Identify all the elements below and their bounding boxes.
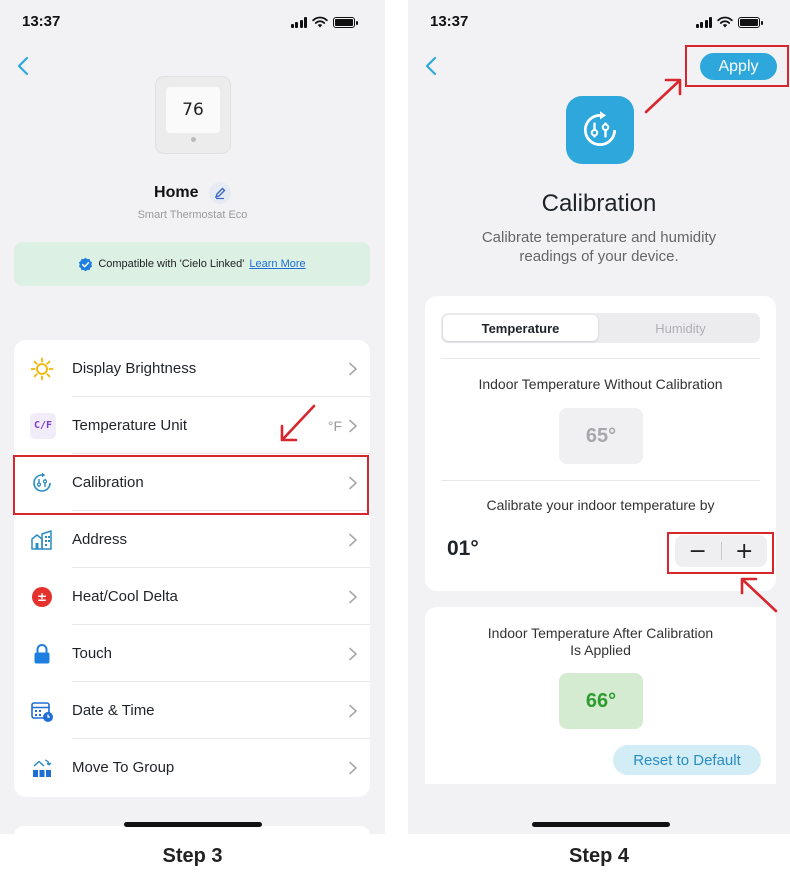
setting-label: Heat/Cool Delta <box>72 588 178 605</box>
calendar-clock-icon <box>30 699 54 723</box>
uncalibrated-temperature: 65° <box>559 408 643 464</box>
setting-value: °F <box>327 417 342 434</box>
back-chevron-icon[interactable] <box>422 54 442 78</box>
chevron-right-icon <box>349 362 358 375</box>
subtitle-line: readings of your device. <box>519 248 679 265</box>
calibration-screen: 13:37 Apply Calibration Calibrate temper… <box>408 0 790 834</box>
highlight-box-stepper <box>667 532 774 574</box>
edit-name-icon[interactable] <box>208 182 231 204</box>
home-indicator <box>124 822 262 827</box>
compatibility-banner: Compatible with 'Cielo Linked' Learn Mor… <box>14 242 370 286</box>
chevron-right-icon <box>349 761 358 774</box>
highlight-box-calibration <box>13 455 369 515</box>
move-group-icon <box>30 756 54 780</box>
chevron-right-icon <box>349 590 358 603</box>
reset-to-default-button[interactable]: Reset to Default <box>613 745 761 775</box>
setting-display-brightness[interactable]: Display Brightness <box>14 340 370 397</box>
tab-humidity[interactable]: Humidity <box>603 315 758 341</box>
device-model: Smart Thermostat Eco <box>137 209 248 221</box>
device-name-row: Home <box>0 182 385 204</box>
divider <box>441 480 760 481</box>
compatibility-text: Compatible with 'Cielo Linked' <box>98 258 245 270</box>
wifi-icon <box>717 16 733 28</box>
back-chevron-icon[interactable] <box>14 54 34 78</box>
thermostat-image: 76 <box>155 76 231 154</box>
divider <box>441 358 760 359</box>
cf-unit-icon: C/F <box>30 412 56 439</box>
result-card: Indoor Temperature After Calibration Is … <box>425 607 776 797</box>
chevron-right-icon <box>349 419 358 432</box>
step-label-left: Step 3 <box>162 845 223 867</box>
status-time: 13:37 <box>430 13 469 30</box>
highlight-box-apply <box>685 45 789 87</box>
calibrated-temperature: 66° <box>559 673 643 729</box>
calibration-icon <box>566 96 634 164</box>
arrow-pointer-icon <box>280 404 316 442</box>
after-label-line: Indoor Temperature After Calibration <box>487 625 714 641</box>
tab-temperature[interactable]: Temperature <box>443 315 598 341</box>
chevron-right-icon <box>349 533 358 546</box>
building-icon <box>30 528 54 552</box>
device-settings-screen: 13:37 76 Home Smart Thermostat Eco Compa… <box>0 0 385 834</box>
setting-address[interactable]: Address <box>14 511 370 568</box>
status-time: 13:37 <box>22 13 61 30</box>
wifi-icon <box>312 16 328 28</box>
without-calibration-label: Indoor Temperature Without Calibration <box>478 376 723 392</box>
setting-move-to-group[interactable]: Move To Group <box>14 739 370 796</box>
battery-icon <box>738 16 763 28</box>
status-bar: 13:37 <box>408 0 790 44</box>
step-label-right: Step 4 <box>568 845 630 867</box>
setting-label: Display Brightness <box>72 360 197 377</box>
cellular-signal-icon <box>290 16 307 28</box>
page-subtitle: Calibrate temperature and humidity readi… <box>438 228 760 266</box>
chevron-right-icon <box>349 704 358 717</box>
home-indicator <box>532 822 670 827</box>
verified-check-icon <box>79 257 93 271</box>
calibrate-by-label: Calibrate your indoor temperature by <box>486 497 715 513</box>
setting-touch[interactable]: Touch <box>14 625 370 682</box>
setting-label: Touch <box>72 645 113 662</box>
setting-label: Temperature Unit <box>72 417 188 434</box>
setting-heat-cool-delta[interactable]: ± Heat/Cool Delta <box>14 568 370 625</box>
page-title: Calibration <box>541 190 657 217</box>
setting-label: Move To Group <box>72 759 175 776</box>
thermostat-sensor-dot <box>191 137 196 142</box>
chevron-right-icon <box>349 647 358 660</box>
after-label-line: Is Applied <box>570 642 631 658</box>
cellular-signal-icon <box>695 16 712 28</box>
setting-label: Date & Time <box>72 702 155 719</box>
device-name: Home <box>154 184 199 202</box>
after-calibration-label: Indoor Temperature After Calibration Is … <box>425 625 776 659</box>
subtitle-line: Calibrate temperature and humidity <box>481 229 717 246</box>
sun-icon <box>30 357 54 381</box>
setting-label: Address <box>72 531 128 548</box>
setting-date-time[interactable]: Date & Time <box>14 682 370 739</box>
thermostat-display: 76 <box>166 87 220 133</box>
mode-segmented-control: Temperature Humidity <box>441 313 760 343</box>
battery-icon <box>333 16 358 28</box>
status-bar: 13:37 <box>0 0 385 44</box>
next-card-edge <box>14 826 370 834</box>
calibration-offset-value: 01° <box>447 537 479 560</box>
lock-icon <box>30 642 54 666</box>
arrow-pointer-icon <box>644 78 682 114</box>
learn-more-link[interactable]: Learn More <box>249 258 305 270</box>
plus-minus-icon: ± <box>32 586 52 607</box>
